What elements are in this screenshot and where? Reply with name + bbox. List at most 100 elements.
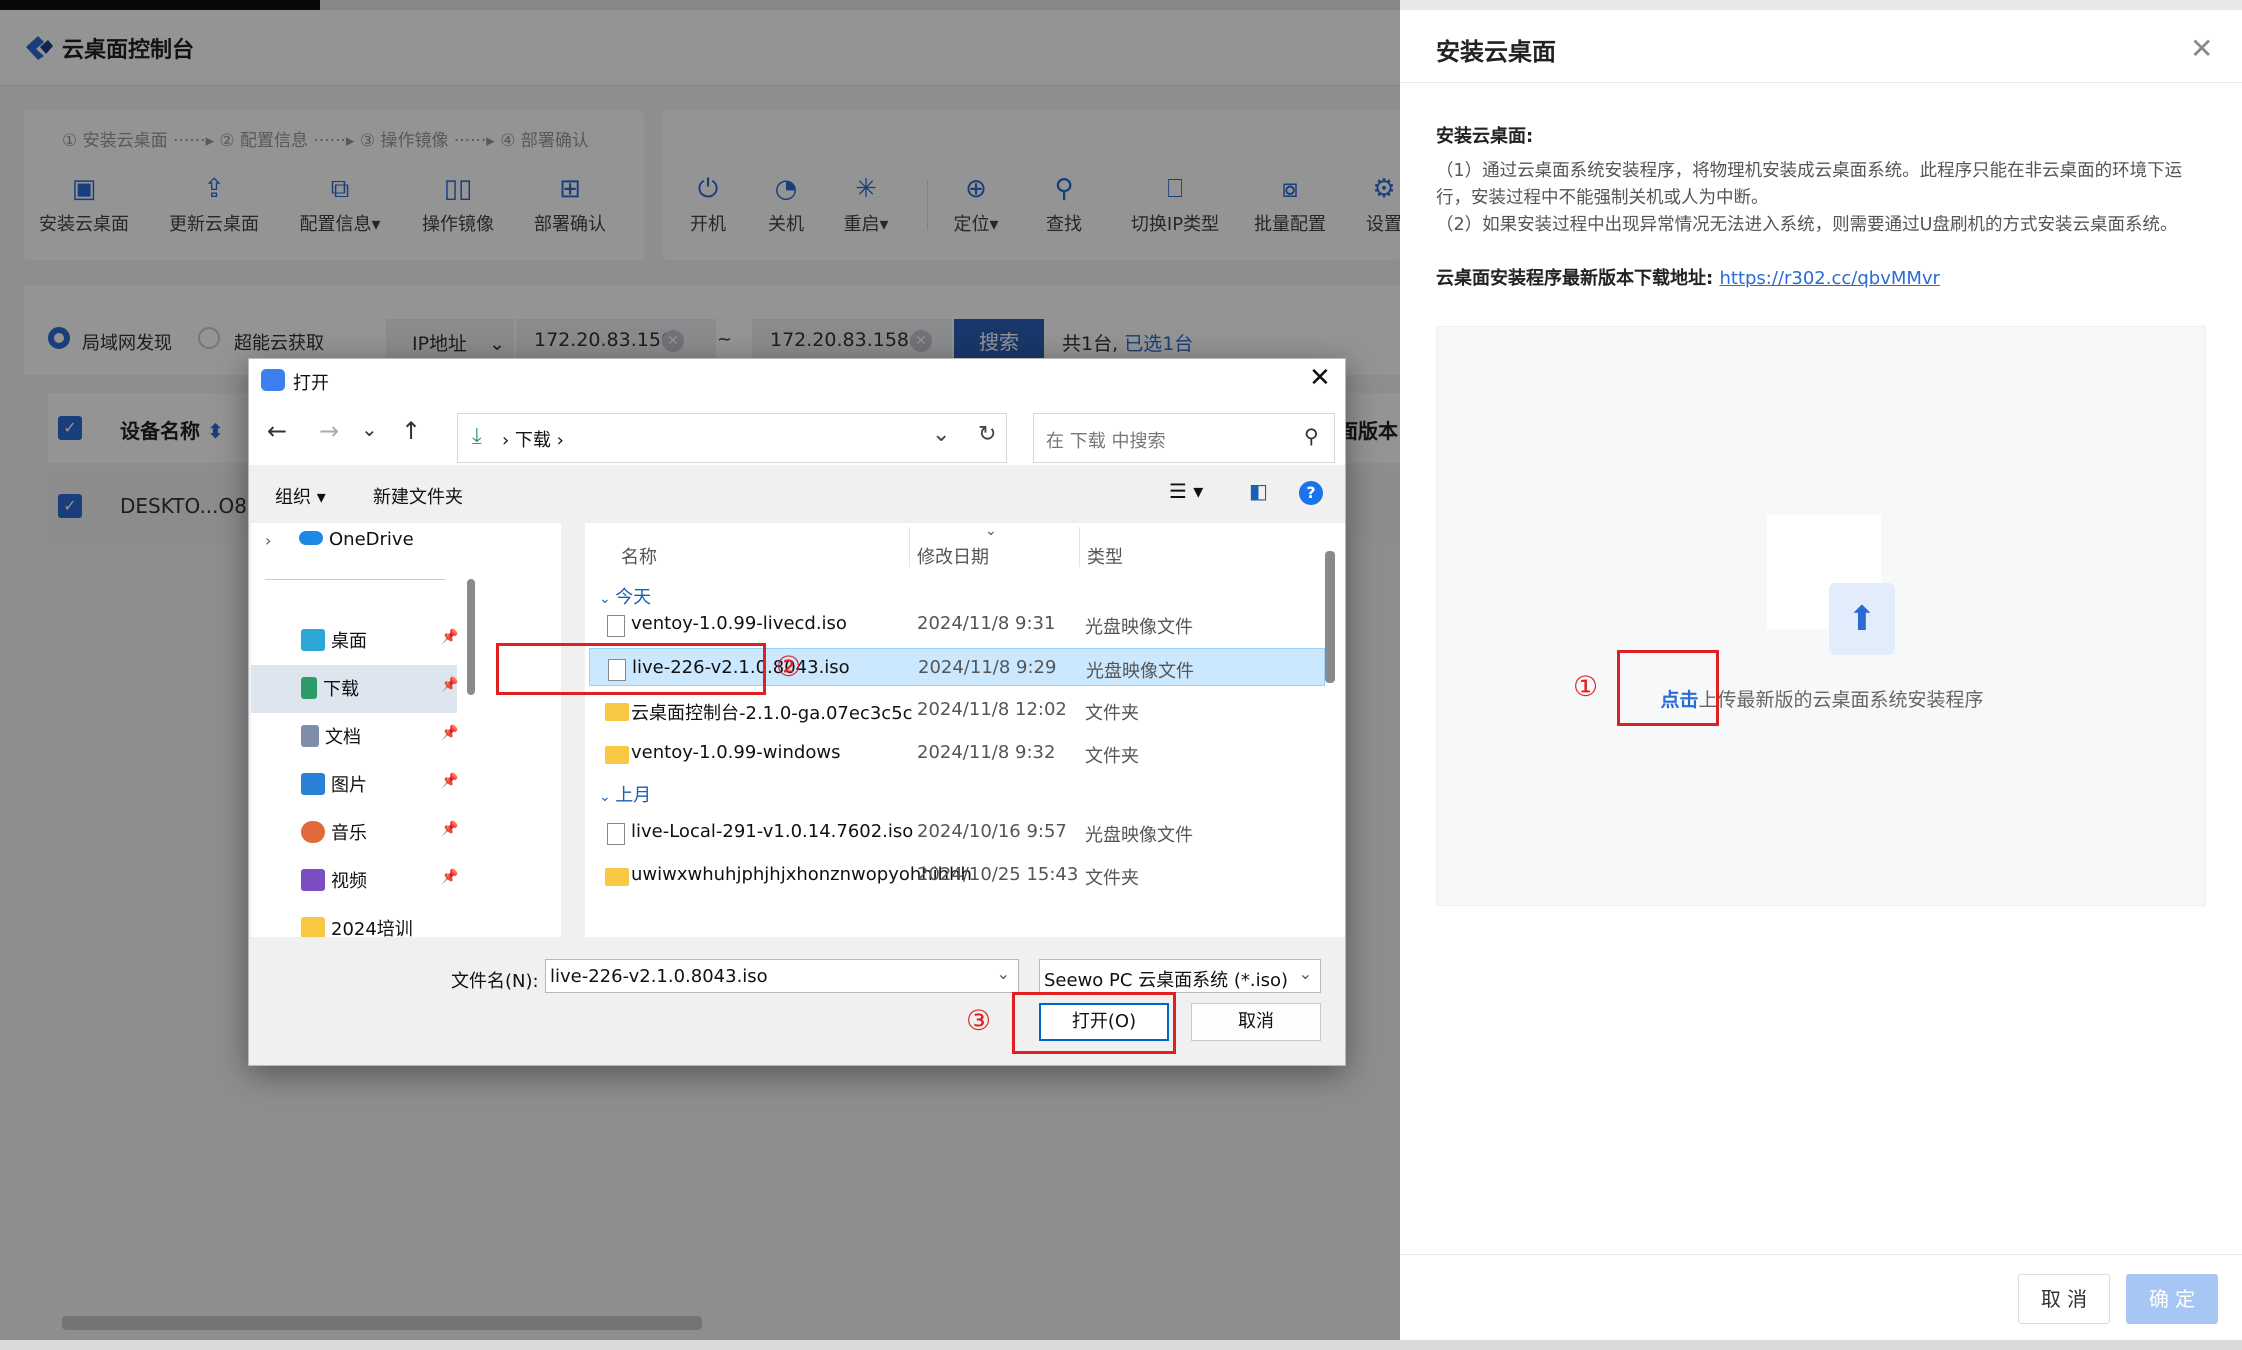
drawer-confirm-button[interactable]: 确 定 — [2126, 1274, 2218, 1324]
magnifier-icon[interactable]: ⚲ — [1304, 424, 1319, 448]
recent-chevron-icon[interactable]: ⌄ — [361, 417, 378, 441]
expand-chevron-icon[interactable]: › — [265, 531, 271, 550]
file-type: 光盘映像文件 — [1085, 825, 1193, 846]
folder-date: 2024/11/8 9:32 — [917, 742, 1056, 763]
download-icon — [301, 677, 317, 699]
annotation-box-2 — [496, 643, 766, 695]
file-type: 光盘映像文件 — [1085, 617, 1193, 638]
dialog-title: 打开 — [293, 373, 329, 394]
install-drawer: 安装云桌面 ✕ 安装云桌面: （1）通过云桌面系统安装程序，将物理机安装成云桌面… — [1400, 10, 2242, 1340]
file-name: live-Local-291-v1.0.14.7602.iso — [631, 821, 914, 842]
file-list: 名称 修改日期 ⌄ 类型 ⌄ 今天 ventoy-1.0.99-livecd.i… — [585, 523, 1345, 937]
file-type: 光盘映像文件 — [1086, 661, 1194, 682]
help-icon[interactable]: ? — [1299, 481, 1323, 505]
download-row: 云桌面安装程序最新版本下载地址: https://r302.cc/qbvMMvr — [1436, 264, 1940, 290]
back-arrow-icon[interactable]: ← — [267, 417, 287, 445]
col-type[interactable]: 类型 — [1087, 543, 1123, 569]
nav-documents[interactable]: 文档 — [301, 723, 361, 749]
col-date[interactable]: 修改日期 — [917, 543, 989, 569]
pin-icon[interactable]: 📌 — [441, 725, 458, 741]
bottom-strip — [0, 1340, 2242, 1350]
folder-name: 云桌面控制台-2.1.0-ga.07ec3c5c — [631, 703, 913, 724]
instruction-line-1: （1）通过云桌面系统安装程序，将物理机安装成云桌面系统。此程序只能在非云桌面的环… — [1436, 161, 2183, 208]
filename-dropdown-icon[interactable]: ⌄ — [997, 964, 1010, 983]
collapse-chevron-icon: ⌄ — [599, 789, 616, 805]
pin-icon[interactable]: 📌 — [441, 629, 458, 645]
nav-scrollbar[interactable] — [467, 579, 475, 695]
group-last-month[interactable]: ⌄ 上月 — [599, 781, 651, 807]
app-cloud-icon — [261, 369, 285, 391]
view-menu-icon[interactable]: ☰ ▾ — [1169, 479, 1203, 503]
annotation-number-3: ③ — [966, 1004, 992, 1037]
upload-hint: 上传最新版的云桌面系统安装程序 — [1698, 689, 1984, 711]
folder-icon — [605, 746, 629, 764]
nav-training-label: 2024培训 — [331, 919, 413, 937]
preview-pane-icon[interactable]: ◧ — [1249, 479, 1268, 503]
videos-icon — [301, 869, 325, 891]
file-list-scrollbar[interactable] — [1325, 551, 1335, 683]
dialog-navbar: ← → ⌄ ↑ ⤓ › 下载 › ⌄ ↻ 在 下载 中搜索 ⚲ — [249, 401, 1345, 465]
dialog-close-icon[interactable]: ✕ — [1309, 363, 1331, 393]
upload-text: 点击上传最新版的云桌面系统安装程序 — [1437, 685, 2207, 712]
dialog-command-bar: 组织 ▾ 新建文件夹 ☰ ▾ ◧ ? — [249, 465, 1345, 521]
filetype-select[interactable]: Seewo PC 云桌面系统 (*.iso) ⌄ — [1039, 959, 1321, 993]
pin-icon[interactable]: 📌 — [441, 869, 458, 885]
nav-desktop[interactable]: 桌面 — [301, 627, 367, 653]
music-icon — [301, 821, 325, 843]
annotation-number-1: ① — [1573, 670, 1599, 703]
file-row[interactable]: live-Local-291-v1.0.14.7602.iso 2024/10/… — [589, 813, 1325, 851]
search-placeholder: 在 下载 中搜索 — [1046, 431, 1166, 452]
nav-onedrive[interactable]: OneDrive — [299, 529, 414, 550]
organize-menu[interactable]: 组织 ▾ — [275, 483, 326, 509]
folder-row[interactable]: 云桌面控制台-2.1.0-ga.07ec3c5c 2024/11/8 12:02… — [589, 691, 1325, 729]
nav-videos-label: 视频 — [331, 871, 367, 892]
breadcrumb[interactable]: › 下载 › — [502, 426, 564, 452]
annotation-box-3 — [1012, 992, 1176, 1054]
folder-date: 2024/10/25 15:43 — [917, 864, 1079, 885]
folder-type: 文件夹 — [1085, 746, 1139, 767]
file-date: 2024/10/16 9:57 — [917, 821, 1067, 842]
pin-icon[interactable]: 📌 — [441, 821, 458, 837]
dialog-cancel-button[interactable]: 取消 — [1191, 1003, 1321, 1041]
iso-file-icon — [607, 615, 625, 637]
nav-onedrive-label: OneDrive — [329, 529, 414, 550]
close-icon[interactable]: ✕ — [2190, 32, 2213, 65]
filetype-dropdown-icon[interactable]: ⌄ — [1299, 964, 1312, 983]
address-dropdown-icon[interactable]: ⌄ — [932, 422, 950, 447]
download-folder-icon: ⤓ — [472, 424, 482, 449]
download-label: 云桌面安装程序最新版本下载地址: — [1436, 268, 1714, 289]
nav-downloads[interactable]: 下载 — [301, 675, 359, 701]
col-name[interactable]: 名称 — [621, 543, 657, 569]
nav-training-folder[interactable]: 2024培训 — [301, 915, 413, 937]
folder-row[interactable]: uwiwxwhuhjphjhjxhonznwopyohhihhh 2024/10… — [589, 856, 1325, 894]
pin-icon[interactable]: 📌 — [441, 677, 458, 693]
drawer-divider — [1400, 82, 2242, 83]
folder-type: 文件夹 — [1085, 868, 1139, 889]
file-name: ventoy-1.0.99-livecd.iso — [631, 613, 847, 634]
nav-videos[interactable]: 视频 — [301, 867, 367, 893]
sort-chevron-icon: ⌄ — [985, 523, 997, 539]
forward-arrow-icon[interactable]: → — [319, 417, 339, 445]
address-bar[interactable]: ⤓ › 下载 › ⌄ ↻ — [457, 413, 1007, 463]
upload-area[interactable]: ⬆ 点击上传最新版的云桌面系统安装程序 — [1436, 326, 2206, 906]
new-folder-button[interactable]: 新建文件夹 — [373, 483, 463, 509]
file-date: 2024/11/8 9:31 — [917, 613, 1056, 634]
nav-desktop-label: 桌面 — [331, 631, 367, 652]
up-arrow-icon[interactable]: ↑ — [401, 417, 421, 445]
documents-icon — [301, 725, 319, 747]
nav-music[interactable]: 音乐 — [301, 819, 367, 845]
pin-icon[interactable]: 📌 — [441, 773, 458, 789]
nav-pictures[interactable]: 图片 — [301, 771, 367, 797]
file-row[interactable]: ventoy-1.0.99-livecd.iso 2024/11/8 9:31 … — [589, 605, 1325, 643]
drawer-cancel-button[interactable]: 取 消 — [2018, 1274, 2110, 1324]
col-divider — [909, 527, 910, 567]
refresh-icon[interactable]: ↻ — [978, 422, 996, 447]
dialog-search-input[interactable]: 在 下载 中搜索 ⚲ — [1033, 413, 1335, 463]
nav-divider — [265, 579, 445, 580]
dialog-footer: 文件名(N): live-226-v2.1.0.8043.iso ⌄ Seewo … — [249, 939, 1345, 1065]
drawer-title: 安装云桌面 — [1436, 38, 1556, 66]
nav-downloads-label: 下载 — [323, 679, 359, 700]
filename-input[interactable]: live-226-v2.1.0.8043.iso ⌄ — [545, 959, 1019, 993]
folder-row[interactable]: ventoy-1.0.99-windows 2024/11/8 9:32 文件夹 — [589, 734, 1325, 772]
download-link[interactable]: https://r302.cc/qbvMMvr — [1719, 268, 1939, 289]
